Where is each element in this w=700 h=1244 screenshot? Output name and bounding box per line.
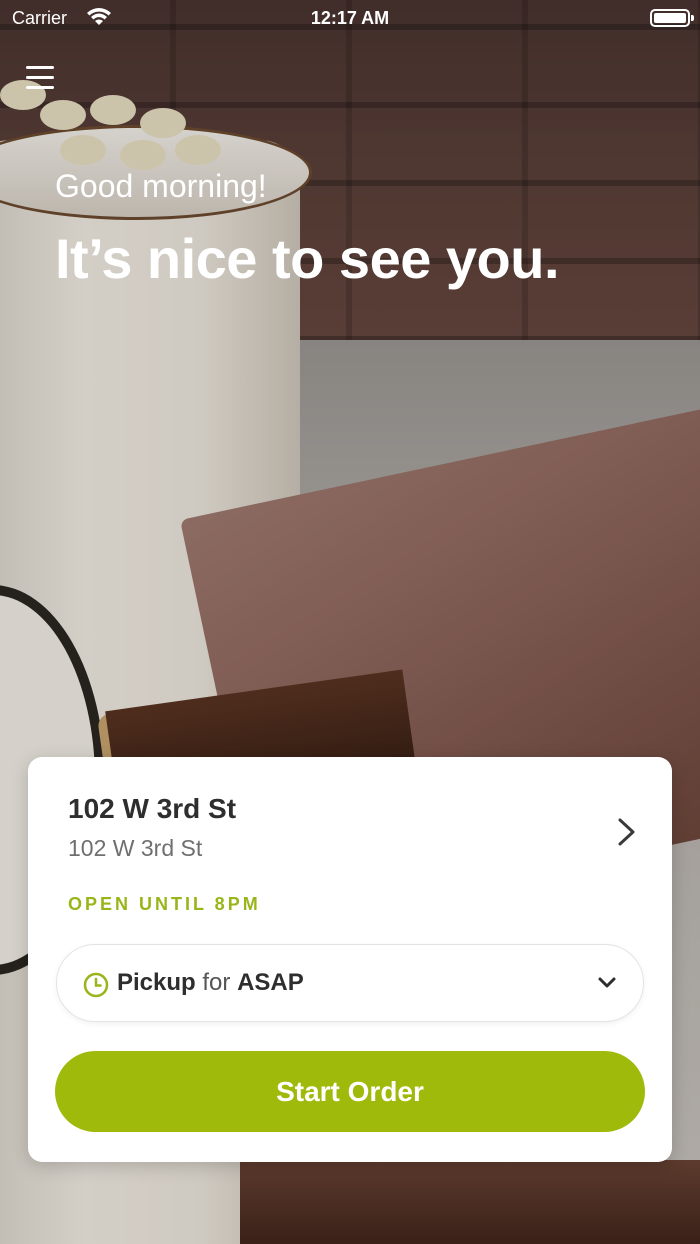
pickup-time-selector[interactable]: Pickup for ASAP [56,944,644,1022]
hamburger-menu-icon[interactable] [26,66,56,92]
status-bar: Carrier 12:17 AM [0,0,700,40]
clock-time: 12:17 AM [310,8,390,28]
location-address: 102 W 3rd St [68,835,203,861]
start-order-button[interactable]: Start Order [55,1051,645,1132]
pickup-connector: for [202,969,231,996]
pickup-label: Pickup for ASAP [117,969,304,997]
welcome-headline: It’s nice to see you. [55,227,560,290]
location-selector[interactable]: 102 W 3rd St 102 W 3rd St [68,793,638,873]
clock-icon [83,972,109,998]
pickup-time: ASAP [237,969,304,996]
chevron-down-icon [598,977,616,988]
location-name: 102 W 3rd St [68,793,237,824]
open-status-label: OPEN UNTIL 8PM [68,894,261,914]
battery-icon [650,9,694,27]
chevron-right-icon [618,818,635,846]
pickup-mode: Pickup [117,969,196,996]
greeting-text: Good morning! [55,168,267,204]
location-card: 102 W 3rd St 102 W 3rd St OPEN UNTIL 8PM… [28,757,672,1162]
